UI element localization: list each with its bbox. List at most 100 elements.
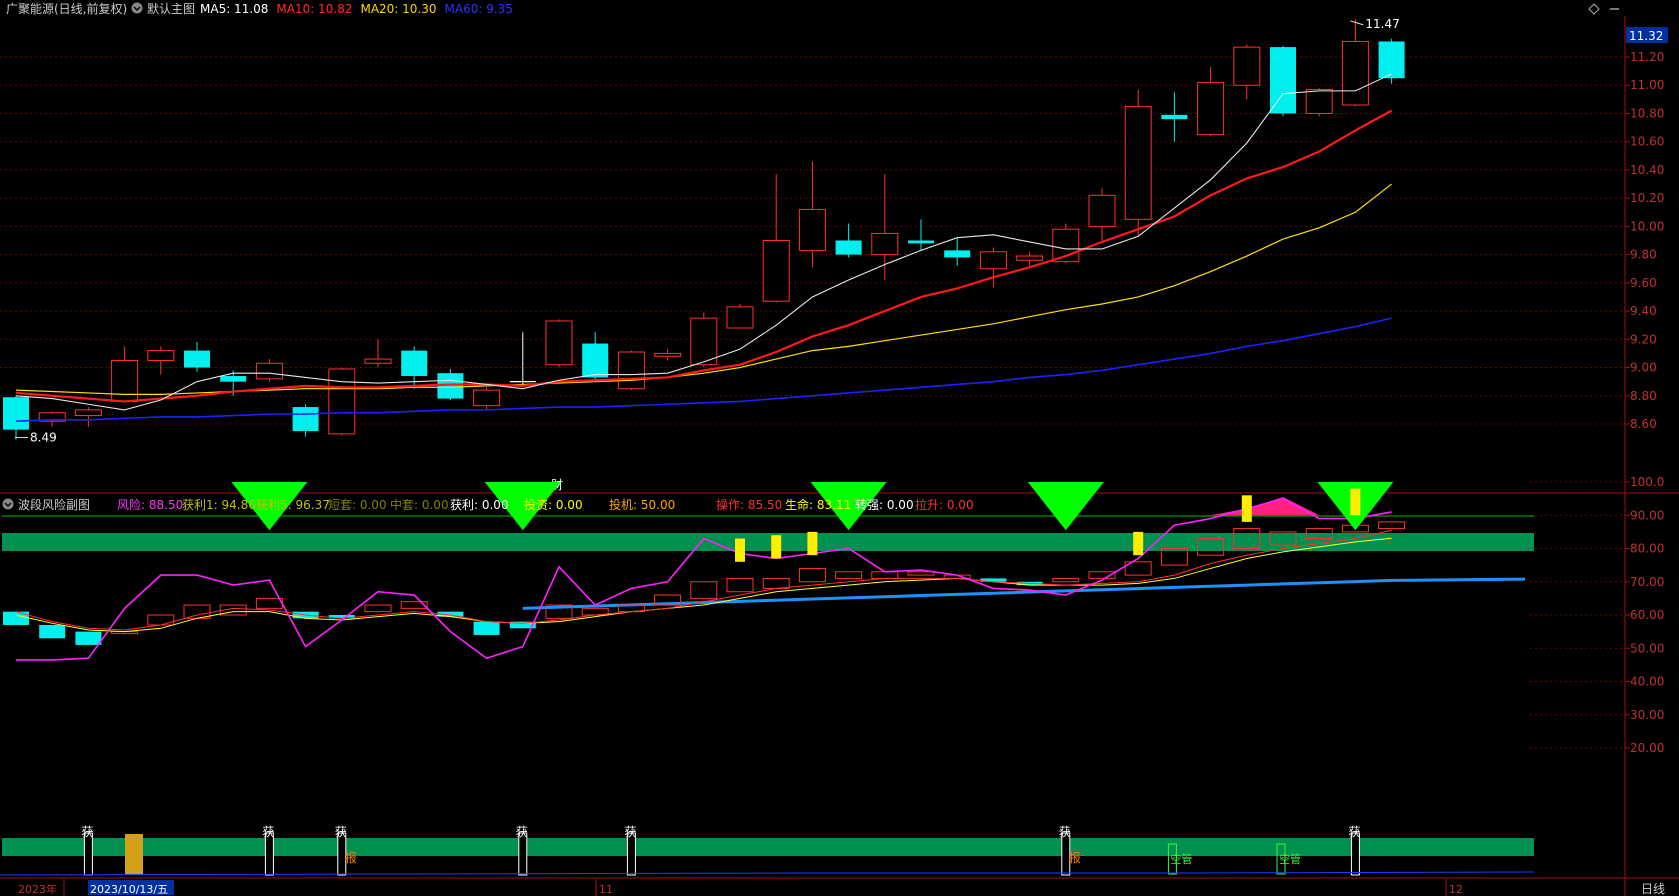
sub-tick-label: 60.00 xyxy=(1630,608,1664,622)
price-tick-label: 9.40 xyxy=(1630,304,1657,318)
sub-bar-up xyxy=(690,581,718,599)
sub-bar-up xyxy=(255,597,283,609)
candle-body-down xyxy=(908,240,934,244)
candle-body-down xyxy=(944,250,971,258)
yellow-signal-bar xyxy=(735,538,745,562)
high-marker: 11.47 xyxy=(1365,17,1399,31)
price-tick-label: 10.40 xyxy=(1630,163,1664,177)
candle-body-up xyxy=(147,350,175,361)
kongcang-label: 空管 xyxy=(1279,852,1301,866)
sub-bar-up xyxy=(1378,521,1406,530)
kongcang-label: 空管 xyxy=(1170,852,1192,866)
ma-legend-item: MA5: 11.08 xyxy=(200,2,268,16)
sub-indicator: 获利1: 94.86 xyxy=(182,498,256,512)
window-controls xyxy=(1588,3,1619,15)
sub-grid xyxy=(1530,481,1625,749)
sub-indicator: 生命: 83.11 xyxy=(785,497,851,512)
month-11-label: 11 xyxy=(599,883,613,896)
sub-tick-label: 90.00 xyxy=(1630,508,1664,522)
sub-tick-label: 100.0 xyxy=(1630,475,1664,489)
candle-body-up xyxy=(255,362,283,380)
candle-body-up xyxy=(1305,88,1333,114)
huo-signal-label: 获 xyxy=(516,825,528,839)
sub-axis: 100.0 90.00 80.00 70.00 60.00 50.00 40.00 30.00… xyxy=(1625,475,1664,755)
candle-body-down xyxy=(401,350,428,377)
candle-body-down xyxy=(582,343,609,378)
price-tick-label: 10.80 xyxy=(1630,106,1664,120)
sub-settings-icon[interactable] xyxy=(2,498,14,510)
candle-body-down xyxy=(3,397,29,430)
huo-signal-box xyxy=(518,832,528,876)
risk-line xyxy=(16,497,1392,661)
candle-body-up xyxy=(74,409,102,417)
candle-body-down xyxy=(292,407,319,432)
sub-indicator: 获利5: 96.37 xyxy=(256,498,330,512)
high-marker-arrow xyxy=(1350,20,1364,26)
yellow-signal-bar xyxy=(1133,531,1144,556)
chart-settings-icon[interactable] xyxy=(131,2,143,14)
sub-bar-up xyxy=(726,577,754,593)
price-tick-label: 8.80 xyxy=(1630,389,1657,403)
diamond-icon[interactable] xyxy=(1588,3,1600,15)
period-selector[interactable]: 日线 xyxy=(1641,882,1665,896)
huo-signal-label: 获 xyxy=(81,825,93,839)
candle-body-up xyxy=(545,320,573,366)
candle-body-up xyxy=(871,232,899,256)
sub-indicator: 短套: 0.00 xyxy=(328,498,387,512)
bottom-baseline xyxy=(0,871,1535,876)
candle-body-down xyxy=(1378,41,1405,79)
ma-legend-item: MA10: 10.82 xyxy=(276,2,352,16)
low-marker: 8.49 xyxy=(30,431,57,445)
price-tick-label: 10.00 xyxy=(1630,219,1664,233)
sub-indicator: 投资: 0.00 xyxy=(524,497,583,512)
date-axis: 2023年 2023/10/13/五 11 12 日线 xyxy=(18,879,1665,896)
life-line xyxy=(15,537,1392,633)
price-tick-label: 10.60 xyxy=(1630,135,1664,149)
moving-average-lines: 11.478.49财 xyxy=(15,17,1400,492)
bao-signal-label: 报 xyxy=(345,850,357,865)
candle-body-down xyxy=(1161,114,1188,120)
sub-indicator: 操作: 85.50 xyxy=(716,497,782,512)
cursor-date: 2023/10/13/五 xyxy=(90,883,168,896)
candle-body-up xyxy=(1233,46,1261,86)
candle-body-up xyxy=(111,359,139,402)
huo-signal-label: 获 xyxy=(262,825,274,839)
ma-legend-item: MA20: 10.30 xyxy=(360,2,436,16)
candle-body-up xyxy=(979,251,1007,270)
candle-body-down xyxy=(220,376,247,382)
sub-tick-label: 50.00 xyxy=(1630,641,1664,655)
chart-stage[interactable]: 11.478.49财 获获获获获获获报报报空管空管 广聚能源(日线,前复权) 默… xyxy=(0,0,1679,896)
candle-body-up xyxy=(1124,105,1152,220)
candle-body-up xyxy=(1088,194,1116,227)
sub-tick-label: 30.00 xyxy=(1630,708,1664,722)
sub-bar-down xyxy=(39,624,66,639)
price-tick-label: 9.80 xyxy=(1630,248,1657,262)
huo-signal-label: 获 xyxy=(1059,825,1071,839)
price-tick-label: 9.00 xyxy=(1630,361,1657,375)
sub-tick-label: 20.00 xyxy=(1630,741,1664,755)
ma-legend-item: MA60: 9.35 xyxy=(445,2,513,16)
huo-signal-label: 获 xyxy=(335,825,347,839)
candle-body-down xyxy=(184,350,210,368)
chart-name[interactable]: 默认主图 xyxy=(147,1,195,16)
price-tick-label: 11.20 xyxy=(1630,50,1664,64)
yellow-signal-bar xyxy=(1241,495,1252,522)
yellow-signal-bar xyxy=(807,531,818,556)
candle-body-down xyxy=(835,240,862,255)
sub-bar-up xyxy=(762,577,790,589)
huo-signal-box xyxy=(83,832,93,876)
yellow-signal-bar xyxy=(771,535,782,559)
huo-signal-box xyxy=(1350,832,1360,876)
sub-title[interactable]: 波段风险副图 xyxy=(18,497,90,512)
huo-signal-box xyxy=(626,832,636,876)
sub-bar-down xyxy=(75,631,102,645)
candle-body-down xyxy=(1270,47,1296,114)
bao-signal-label: 报 xyxy=(1069,850,1081,865)
sub-bar-up xyxy=(907,571,935,576)
candlestick-series xyxy=(3,18,1405,440)
green-triangle xyxy=(1027,482,1104,531)
candle-body-up xyxy=(798,208,826,251)
price-tick-label: 11.00 xyxy=(1630,78,1664,92)
sub-bar-up xyxy=(364,604,392,613)
yellow-signal-bar xyxy=(1350,488,1361,516)
